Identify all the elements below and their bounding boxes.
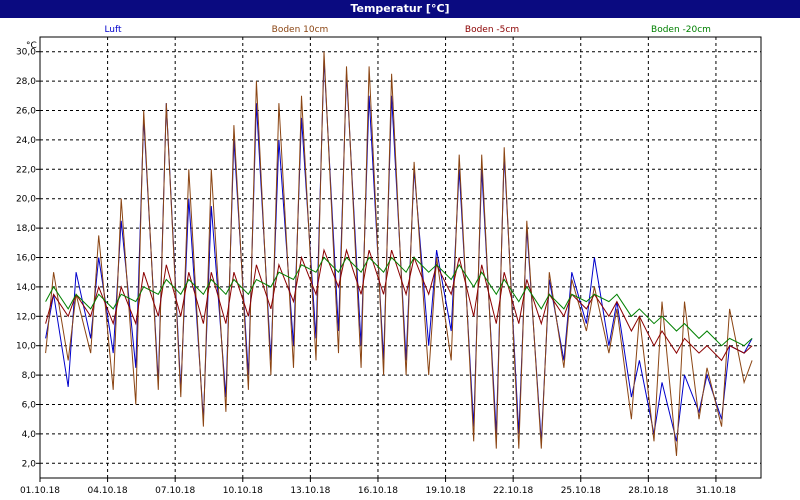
x-tick-label: 13.10.18 bbox=[290, 486, 330, 496]
y-tick-label: 20,0 bbox=[16, 195, 36, 205]
x-tick-label: 25.10.18 bbox=[561, 486, 601, 496]
y-tick-label: 6,0 bbox=[22, 401, 37, 411]
series-line bbox=[45, 59, 753, 442]
legend-item: Boden 10cm bbox=[272, 25, 329, 35]
y-tick-label: 2,0 bbox=[22, 459, 37, 469]
y-tick-label: 12,0 bbox=[16, 312, 36, 322]
y-tick-label: 18,0 bbox=[16, 224, 36, 234]
y-tick-label: 14,0 bbox=[16, 283, 36, 293]
y-tick-label: 26,0 bbox=[16, 107, 36, 117]
y-tick-label: 4,0 bbox=[22, 430, 37, 440]
y-tick-label: 30,0 bbox=[16, 48, 36, 58]
x-tick-label: 07.10.18 bbox=[155, 486, 195, 496]
legend: Luft Boden 10cm Boden -5cm Boden -20cm bbox=[104, 25, 711, 35]
series-lines bbox=[45, 51, 753, 456]
y-tick-label: 8,0 bbox=[22, 371, 37, 381]
legend-item: Boden -20cm bbox=[651, 25, 711, 35]
legend-item: Luft bbox=[104, 25, 122, 35]
x-tick-label: 04.10.18 bbox=[88, 486, 128, 496]
y-tick-label: 24,0 bbox=[16, 136, 36, 146]
x-tick-label: 31.10.18 bbox=[696, 486, 736, 496]
legend-item: Boden -5cm bbox=[465, 25, 519, 35]
x-tick-label: 22.10.18 bbox=[493, 486, 533, 496]
chart: Luft Boden 10cm Boden -5cm Boden -20cm °C 2… bbox=[16, 25, 762, 496]
y-tick-label: 22,0 bbox=[16, 165, 36, 175]
x-tick-label: 16.10.18 bbox=[358, 486, 398, 496]
x-tick-label: 19.10.18 bbox=[426, 486, 466, 496]
x-tick-label: 10.10.18 bbox=[223, 486, 263, 496]
y-tick-label: 16,0 bbox=[16, 254, 36, 264]
window-title: Temperatur [°C] bbox=[0, 0, 800, 18]
x-tick-label: 28.10.18 bbox=[628, 486, 668, 496]
y-tick-label: 10,0 bbox=[16, 342, 36, 352]
x-tick-label: 01.10.18 bbox=[20, 486, 60, 496]
y-tick-label: 28,0 bbox=[16, 77, 36, 87]
